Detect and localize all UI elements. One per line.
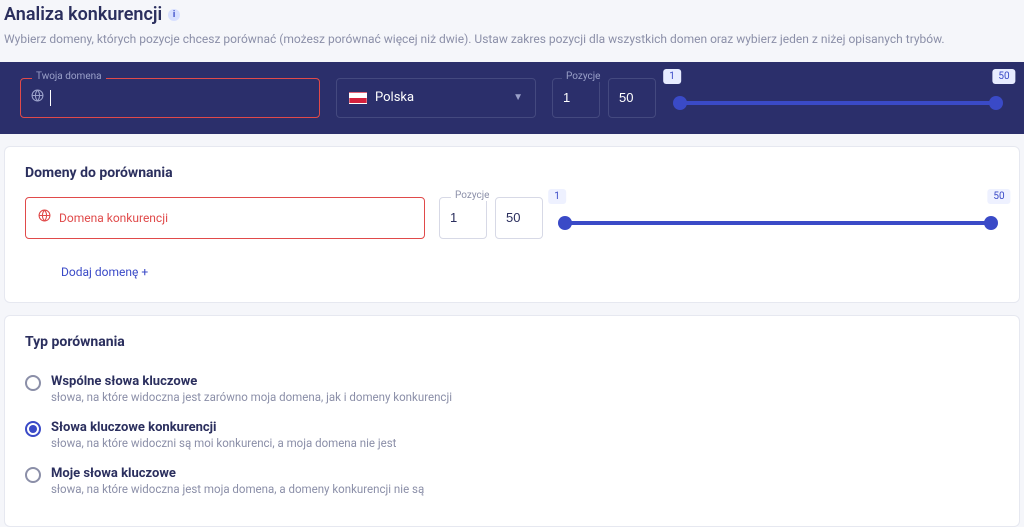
positions-label-light: Pozycje (451, 190, 493, 201)
text-cursor (50, 90, 51, 106)
country-selected-label: Polska (375, 90, 414, 105)
pos-from-input-light[interactable] (439, 197, 487, 239)
chevron-down-icon: ▼ (513, 92, 523, 103)
slider-thumb-max-dark[interactable] (989, 96, 1003, 110)
slider-min-badge-dark: 1 (663, 69, 681, 84)
flag-poland-icon (349, 92, 367, 104)
positions-label-dark: Pozycje (562, 71, 604, 82)
radio-option-mine[interactable]: Moje słowa kluczowe słowa, na które wido… (25, 458, 999, 504)
radio-title: Słowa kluczowe konkurencji (51, 420, 396, 435)
radio-desc: słowa, na które widoczna jest moja domen… (51, 482, 424, 496)
globe-icon (31, 89, 44, 106)
radio-icon (25, 467, 41, 483)
positions-slider-dark[interactable]: 1 50 (672, 91, 1004, 105)
your-domain-input-wrap[interactable] (20, 78, 320, 118)
competitor-domain-input-wrap[interactable]: Domena konkurencji (25, 197, 425, 239)
radio-desc: słowa, na które widoczna jest zarówno mo… (51, 390, 452, 404)
slider-thumb-max-light[interactable] (984, 216, 998, 230)
your-domain-field-group: Twoja domena (20, 78, 320, 118)
slider-thumb-min-dark[interactable] (673, 96, 687, 110)
compare-row: Domena konkurencji Pozycje 1 50 (25, 197, 999, 239)
slider-track-dark (680, 101, 996, 105)
add-domain-link[interactable]: Dodaj domenę + (61, 265, 148, 279)
comparison-type-card: Typ porównania Wspólne słowa kluczowe sł… (4, 315, 1020, 527)
your-domain-bar: Twoja domena Polska ▼ Pozycje 1 50 (0, 62, 1024, 134)
your-domain-label: Twoja domena (32, 71, 106, 82)
page-title: Analiza konkurencji (4, 4, 162, 25)
page-subtitle: Wybierz domeny, których pozycje chcesz p… (4, 31, 1020, 48)
your-domain-input[interactable] (57, 90, 309, 105)
slider-min-badge-light: 1 (548, 189, 566, 204)
compare-heading: Domeny do porównania (25, 165, 999, 181)
slider-track-light (565, 221, 991, 225)
country-select[interactable]: Polska ▼ (336, 78, 536, 118)
slider-thumb-min-light[interactable] (558, 216, 572, 230)
radio-option-competitor[interactable]: Słowa kluczowe konkurencji słowa, na któ… (25, 412, 999, 458)
radio-title: Wspólne słowa kluczowe (51, 374, 452, 389)
pos-to-input-light[interactable] (495, 197, 543, 239)
info-icon[interactable]: i (168, 9, 180, 21)
slider-max-badge-light: 50 (987, 189, 1010, 204)
radio-icon (25, 375, 41, 391)
globe-icon (38, 209, 51, 226)
positions-slider-light[interactable]: 1 50 (557, 211, 999, 225)
slider-max-badge-dark: 50 (992, 69, 1015, 84)
radio-icon (25, 421, 41, 437)
pos-from-input-dark[interactable] (552, 78, 600, 118)
radio-desc: słowa, na które widoczni są moi konkuren… (51, 436, 396, 450)
comparison-type-heading: Typ porównania (25, 334, 999, 350)
compare-card: Domeny do porównania Domena konkurencji … (4, 146, 1020, 303)
radio-inner-icon (29, 425, 37, 433)
radio-option-common[interactable]: Wspólne słowa kluczowe słowa, na które w… (25, 366, 999, 412)
pos-to-input-dark[interactable] (608, 78, 656, 118)
competitor-domain-placeholder: Domena konkurencji (59, 211, 168, 225)
radio-title: Moje słowa kluczowe (51, 466, 424, 481)
positions-group-dark: Pozycje (552, 78, 656, 118)
positions-group-light: Pozycje (439, 197, 543, 239)
page-header: Analiza konkurencji i Wybierz domeny, kt… (0, 0, 1024, 56)
